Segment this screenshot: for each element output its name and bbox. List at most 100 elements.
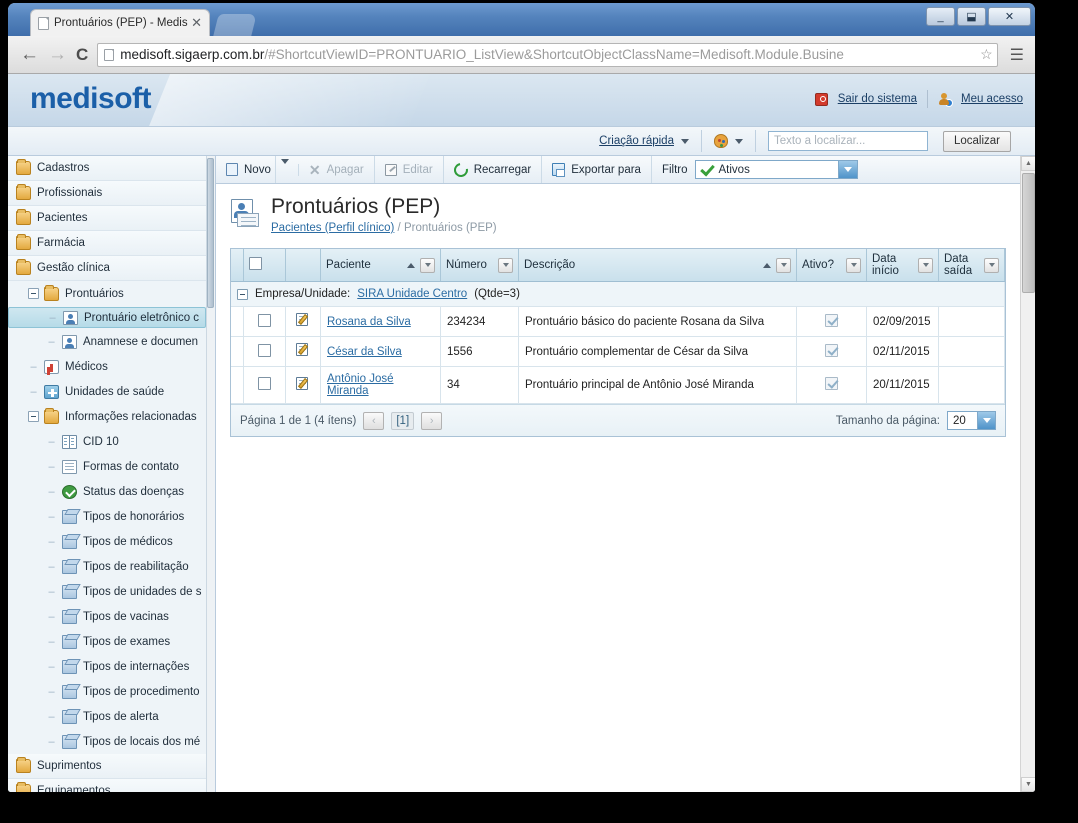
new-button-dropdown[interactable] — [276, 158, 299, 176]
filter-select[interactable]: Ativos — [694, 160, 858, 179]
header-select-all[interactable] — [243, 249, 286, 283]
bookmark-star-icon[interactable]: ☆ — [980, 46, 993, 63]
group-link[interactable]: SIRA Unidade Centro — [357, 288, 467, 300]
forward-icon[interactable]: → — [48, 45, 67, 64]
main-scrollbar-thumb[interactable] — [1022, 173, 1035, 293]
column-menu-icon[interactable] — [420, 257, 435, 273]
scroll-up-icon[interactable]: ▲ — [1021, 156, 1035, 171]
chevron-down-icon[interactable] — [977, 412, 995, 430]
reload-icon[interactable]: C — [76, 46, 88, 63]
collapse-icon[interactable] — [28, 411, 39, 422]
delete-button[interactable]: ✕ Apagar — [299, 156, 375, 183]
sidebar-item-tipos-de-exames[interactable]: – Tipos de exames — [8, 629, 206, 654]
chevron-down-icon[interactable] — [837, 161, 857, 178]
patient-link[interactable]: César da Silva — [327, 346, 402, 358]
sidebar-item-prontu-rio-eletr-nico-c[interactable]: – Prontuário eletrônico c — [8, 307, 206, 328]
collapse-icon[interactable] — [237, 288, 248, 300]
sidebar-item-tipos-de-locais-dos-m[interactable]: – Tipos de locais dos mé — [8, 729, 206, 754]
sidebar-item-m-dicos[interactable]: – Médicos — [8, 354, 206, 379]
sidebar-item-tipos-de-interna-es[interactable]: – Tipos de internações — [8, 654, 206, 679]
edit-record-icon[interactable] — [295, 343, 311, 357]
column-menu-icon[interactable] — [918, 257, 933, 273]
sidebar-item-anamnese-e-documen[interactable]: – Anamnese e documen — [8, 329, 206, 354]
row-edit-cell[interactable] — [285, 306, 321, 338]
my-access-link[interactable]: Meu acesso — [961, 93, 1023, 105]
pager-prev-button[interactable]: ‹ — [363, 411, 385, 430]
header-ativo[interactable]: Ativo? — [796, 249, 867, 283]
sidebar-item-cadastros[interactable]: Cadastros — [8, 156, 206, 181]
quick-create-link[interactable]: Criação rápida — [599, 135, 674, 147]
row-checkbox[interactable] — [258, 313, 271, 327]
pagesize-select[interactable]: 20 — [947, 411, 996, 431]
patient-link[interactable]: Antônio José Miranda — [327, 373, 394, 397]
breadcrumb-parent-link[interactable]: Pacientes (Perfil clínico) — [271, 222, 394, 234]
header-paciente[interactable]: Paciente — [320, 249, 441, 283]
sidebar-item-tipos-de-reabilita-o[interactable]: – Tipos de reabilitação — [8, 554, 206, 579]
new-button[interactable]: Novo — [216, 156, 276, 183]
sidebar-item-equipamentos[interactable]: Equipamentos — [8, 779, 206, 792]
table-row[interactable]: Antônio José Miranda 34 Prontuário princip… — [231, 366, 1005, 405]
minimize-button[interactable]: _ — [926, 7, 955, 26]
sidebar-item-profissionais[interactable]: Profissionais — [8, 181, 206, 206]
close-icon[interactable]: ✕ — [188, 15, 205, 31]
collapse-icon[interactable] — [28, 288, 39, 299]
sidebar-item-tipos-de-honor-rios[interactable]: – Tipos de honorários — [8, 504, 206, 529]
table-row[interactable]: Rosana da Silva 234234 Prontuário básico d… — [231, 306, 1005, 338]
pager-next-button[interactable]: › — [421, 411, 443, 430]
row-select-cell[interactable] — [243, 366, 286, 405]
sidebar-item-tipos-de-unidades-de-s[interactable]: – Tipos de unidades de s — [8, 579, 206, 604]
browser-tab[interactable]: Prontuários (PEP) - Medisoft ✕ — [30, 9, 210, 36]
row-select-cell[interactable] — [243, 306, 286, 338]
row-checkbox[interactable] — [258, 343, 271, 357]
edit-record-icon[interactable] — [295, 376, 311, 391]
scroll-down-icon[interactable]: ▼ — [1021, 777, 1035, 792]
sidebar-item-formas-de-contato[interactable]: – Formas de contato — [8, 454, 206, 479]
sidebar-item-farm-cia[interactable]: Farmácia — [8, 231, 206, 256]
sidebar-item-informa-es-relacionadas[interactable]: Informações relacionadas — [8, 404, 206, 429]
row-checkbox[interactable] — [258, 377, 271, 391]
browser-menu-icon[interactable]: ☰ — [1007, 45, 1027, 65]
window-close-button[interactable]: ✕ — [988, 7, 1031, 26]
logout-link[interactable]: Sair do sistema — [838, 93, 917, 105]
group-row[interactable]: Empresa/Unidade: SIRA Unidade Centro (Qt… — [231, 281, 1005, 308]
row-edit-cell[interactable] — [285, 336, 321, 368]
sidebar-item-tipos-de-alerta[interactable]: – Tipos de alerta — [8, 704, 206, 729]
sidebar-item-tipos-de-m-dicos[interactable]: – Tipos de médicos — [8, 529, 206, 554]
column-menu-icon[interactable] — [846, 257, 861, 273]
header-data-inicio[interactable]: Data início — [866, 249, 939, 283]
edit-record-icon[interactable] — [295, 313, 311, 327]
quick-create-menu[interactable]: Criação rápida — [587, 127, 701, 155]
header-numero[interactable]: Número — [440, 249, 519, 283]
edit-button[interactable]: Editar — [375, 156, 444, 183]
sidebar-scrollbar[interactable] — [206, 156, 215, 792]
sidebar-item-pacientes[interactable]: Pacientes — [8, 206, 206, 231]
sidebar-item-cid-10[interactable]: – CID 10 — [8, 429, 206, 454]
header-descricao[interactable]: Descrição — [518, 249, 797, 283]
maximize-button[interactable]: ⬓ — [957, 7, 986, 26]
export-button[interactable]: Exportar para — [542, 156, 652, 183]
chevron-down-icon[interactable] — [734, 138, 743, 144]
address-bar[interactable]: medisoft.sigaerp.com.br/#ShortcutViewID=… — [97, 42, 998, 67]
sidebar-item-tipos-de-procedimento[interactable]: – Tipos de procedimento — [8, 679, 206, 704]
sidebar-scrollbar-thumb[interactable] — [207, 158, 214, 308]
row-select-cell[interactable] — [243, 336, 286, 368]
select-all-checkbox[interactable] — [249, 257, 262, 271]
back-icon[interactable]: ← — [20, 45, 39, 64]
header-data-saida[interactable]: Data saída — [938, 249, 1005, 283]
search-input[interactable]: Texto a localizar... — [767, 131, 928, 151]
pager-current-page[interactable]: [1] — [391, 411, 415, 430]
sidebar-item-tipos-de-vacinas[interactable]: – Tipos de vacinas — [8, 604, 206, 629]
patient-link[interactable]: Rosana da Silva — [327, 316, 411, 328]
sidebar-item-status-das-doen-as[interactable]: – Status das doenças — [8, 479, 206, 504]
chevron-down-icon[interactable] — [680, 138, 689, 144]
new-tab-button[interactable] — [213, 14, 257, 36]
theme-menu[interactable] — [702, 127, 755, 155]
sidebar-item-unidades-de-sa-de[interactable]: – Unidades de saúde — [8, 379, 206, 404]
sidebar-item-prontu-rios[interactable]: Prontuários — [8, 281, 206, 306]
column-menu-icon[interactable] — [984, 257, 999, 273]
column-menu-icon[interactable] — [498, 257, 513, 273]
row-edit-cell[interactable] — [285, 366, 321, 405]
reload-button[interactable]: Recarregar — [444, 156, 543, 183]
column-menu-icon[interactable] — [776, 257, 791, 273]
table-row[interactable]: César da Silva 1556 Prontuário complementa… — [231, 336, 1005, 368]
